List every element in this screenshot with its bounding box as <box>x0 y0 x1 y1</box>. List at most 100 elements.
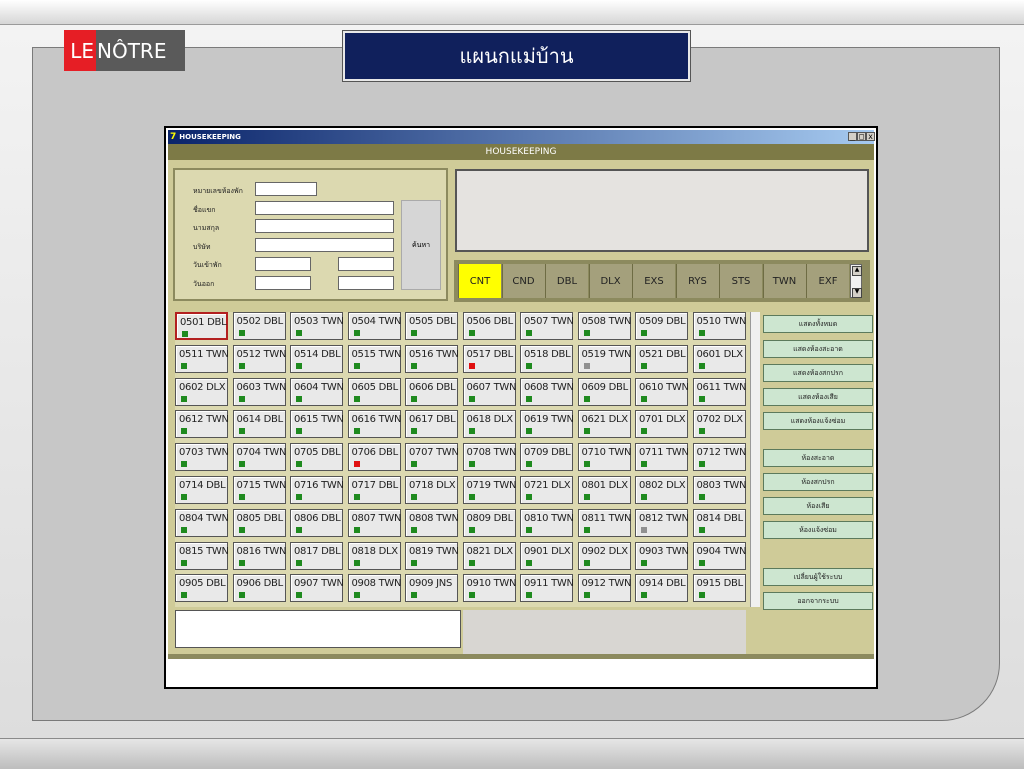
room-tile[interactable]: 0719 TWN <box>462 476 517 504</box>
room-tile[interactable]: 0905 DBL <box>175 574 228 603</box>
room-tile[interactable]: 0704 TWN <box>232 443 287 472</box>
room-tile[interactable]: 0904 TWN <box>692 541 747 570</box>
room-tile[interactable]: 0703 TWN <box>175 443 229 472</box>
filter-tab-sts[interactable]: STS <box>719 264 762 298</box>
room-tile[interactable]: 0507 TWN <box>520 312 574 340</box>
close-button[interactable]: x <box>866 132 875 141</box>
room-tile[interactable]: 0604 TWN <box>290 377 344 406</box>
filter-tab-cnd[interactable]: CND <box>501 264 545 298</box>
room-tile[interactable]: 0817 DBL <box>290 541 343 570</box>
filter-tab-cnt[interactable]: CNT <box>458 264 501 298</box>
room-tile[interactable]: 0707 TWN <box>405 443 459 472</box>
room-tile[interactable]: 0805 DBL <box>232 508 286 537</box>
room-tile[interactable]: 0519 TWN <box>577 344 632 373</box>
room-tile[interactable]: 0706 DBL <box>347 443 401 472</box>
room-tile[interactable]: 0614 DBL <box>232 410 286 439</box>
show-repair-rooms-button[interactable]: แสดงห้องแจ้งซ่อม <box>763 412 873 430</box>
room-tile[interactable]: 0914 DBL <box>635 574 688 603</box>
room-tile[interactable]: 0806 DBL <box>290 508 343 537</box>
room-tile[interactable]: 0610 TWN <box>635 377 689 406</box>
room-tile[interactable]: 0705 DBL <box>290 443 343 472</box>
room-tile[interactable]: 0909 JNS <box>405 574 458 603</box>
room-tile[interactable]: 0702 DLX <box>692 410 746 439</box>
room-tile[interactable]: 0621 DLX <box>577 410 631 439</box>
minimize-button[interactable]: _ <box>848 132 857 141</box>
scroll-up-icon[interactable]: ▲ <box>852 266 862 276</box>
mark-dirty-button[interactable]: ห้องสกปรก <box>763 473 873 491</box>
room-tile[interactable]: 0601 DLX <box>692 344 746 373</box>
show-clean-rooms-button[interactable]: แสดงห้องสะอาด <box>763 340 873 358</box>
room-tile[interactable]: 0816 TWN <box>232 541 287 570</box>
change-user-button[interactable]: เปลี่ยนผู้ใช้ระบบ <box>763 568 873 586</box>
room-number-input[interactable] <box>255 182 317 196</box>
room-tile[interactable]: 0821 DLX <box>462 541 516 570</box>
room-tile[interactable]: 0612 TWN <box>175 410 229 439</box>
room-tile[interactable]: 0701 DLX <box>635 410 688 439</box>
room-tile[interactable]: 0710 TWN <box>577 443 632 472</box>
filter-scrollbar[interactable]: ▲ ▼ <box>850 264 862 298</box>
room-tile[interactable]: 0506 DBL <box>462 312 516 340</box>
room-tile[interactable]: 0902 DLX <box>577 541 631 570</box>
filter-tab-exs[interactable]: EXS <box>632 264 675 298</box>
room-tile[interactable]: 0607 TWN <box>462 377 517 406</box>
room-tile[interactable]: 0818 DLX <box>347 541 401 570</box>
room-tile[interactable]: 0605 DBL <box>347 377 401 406</box>
room-tile[interactable]: 0712 TWN <box>692 443 747 472</box>
room-tile[interactable]: 0709 DBL <box>520 443 573 472</box>
mark-repair-button[interactable]: ห้องแจ้งซ่อม <box>763 521 873 539</box>
room-tile[interactable]: 0906 DBL <box>232 574 286 603</box>
room-tile[interactable]: 0903 TWN <box>635 541 689 570</box>
room-tile[interactable]: 0616 TWN <box>347 410 402 439</box>
room-tile[interactable]: 0808 TWN <box>405 508 459 537</box>
room-tile[interactable]: 0514 DBL <box>290 344 343 373</box>
room-tile[interactable]: 0504 TWN <box>347 312 402 340</box>
room-tile[interactable]: 0721 DLX <box>520 476 573 504</box>
room-tile[interactable]: 0908 TWN <box>347 574 402 603</box>
checkout-to-input[interactable] <box>338 276 394 290</box>
mark-broken-button[interactable]: ห้องเสีย <box>763 497 873 515</box>
show-all-button[interactable]: แสดงทั้งหมด <box>763 315 873 333</box>
room-tile[interactable]: 0617 DBL <box>405 410 458 439</box>
room-tile[interactable]: 0608 TWN <box>520 377 574 406</box>
room-tile[interactable]: 0606 DBL <box>405 377 458 406</box>
surname-input[interactable] <box>255 219 394 233</box>
show-dirty-rooms-button[interactable]: แสดงห้องสกปรก <box>763 364 873 382</box>
filter-tab-twn[interactable]: TWN <box>762 264 806 298</box>
room-tile[interactable]: 0521 DBL <box>635 344 688 373</box>
room-grid-scrollbar[interactable] <box>750 312 760 607</box>
guest-name-input[interactable] <box>255 201 394 215</box>
room-tile[interactable]: 0711 TWN <box>635 443 689 472</box>
room-tile[interactable]: 0809 DBL <box>462 508 516 537</box>
room-tile[interactable]: 0718 DLX <box>405 476 458 504</box>
room-tile[interactable]: 0915 DBL <box>692 574 746 603</box>
room-tile[interactable]: 0517 DBL <box>462 344 516 373</box>
room-tile[interactable]: 0508 TWN <box>577 312 632 340</box>
room-tile[interactable]: 0609 DBL <box>577 377 631 406</box>
room-tile[interactable]: 0801 DLX <box>577 476 631 504</box>
filter-tab-dlx[interactable]: DLX <box>588 264 632 298</box>
room-tile[interactable]: 0811 TWN <box>577 508 632 537</box>
room-tile[interactable]: 0502 DBL <box>232 312 286 340</box>
room-tile[interactable]: 0810 TWN <box>520 508 574 537</box>
company-input[interactable] <box>255 238 394 252</box>
checkin-to-input[interactable] <box>338 257 394 271</box>
filter-tab-dbl[interactable]: DBL <box>545 264 588 298</box>
room-tile[interactable]: 0814 DBL <box>692 508 746 537</box>
filter-tab-rys[interactable]: RYS <box>675 264 719 298</box>
room-tile[interactable]: 0515 TWN <box>347 344 402 373</box>
room-tile[interactable]: 0505 DBL <box>405 312 458 340</box>
room-tile[interactable]: 0708 TWN <box>462 443 517 472</box>
mark-clean-button[interactable]: ห้องสะอาด <box>763 449 873 467</box>
room-tile[interactable]: 0910 TWN <box>462 574 517 603</box>
room-tile[interactable]: 0717 DBL <box>347 476 401 504</box>
room-tile[interactable]: 0803 TWN <box>692 476 747 504</box>
room-tile[interactable]: 0804 TWN <box>175 508 229 537</box>
room-tile[interactable]: 0512 TWN <box>232 344 287 373</box>
room-tile[interactable]: 0912 TWN <box>577 574 632 603</box>
note-input[interactable] <box>175 610 461 648</box>
checkout-from-input[interactable] <box>255 276 311 290</box>
room-tile[interactable]: 0714 DBL <box>175 476 228 504</box>
room-tile[interactable]: 0815 TWN <box>175 541 229 570</box>
room-tile[interactable]: 0716 TWN <box>290 476 344 504</box>
room-tile[interactable]: 0715 TWN <box>232 476 287 504</box>
